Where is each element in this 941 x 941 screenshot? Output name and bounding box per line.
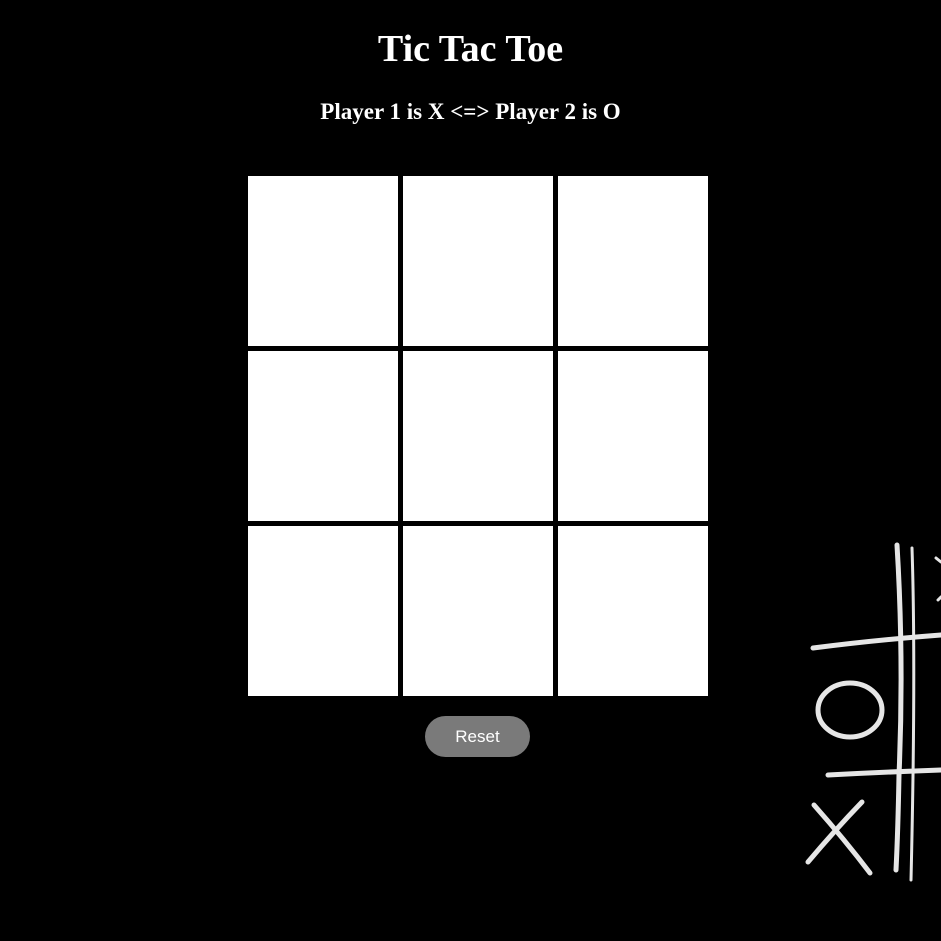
game-board (248, 176, 708, 696)
board-cell-7[interactable] (248, 526, 398, 696)
board-cell-6[interactable] (558, 351, 708, 521)
board-cell-3[interactable] (558, 176, 708, 346)
board-cell-9[interactable] (558, 526, 708, 696)
board-cell-1[interactable] (248, 176, 398, 346)
tic-tac-toe-sketch-icon (805, 542, 941, 882)
reset-button[interactable]: Reset (425, 716, 530, 757)
board-cell-8[interactable] (403, 526, 553, 696)
board-cell-4[interactable] (248, 351, 398, 521)
board-cell-5[interactable] (403, 351, 553, 521)
page-title: Tic Tac Toe (377, 28, 564, 70)
board-cell-2[interactable] (403, 176, 553, 346)
players-info: Player 1 is X <=> Player 2 is O (320, 99, 621, 124)
